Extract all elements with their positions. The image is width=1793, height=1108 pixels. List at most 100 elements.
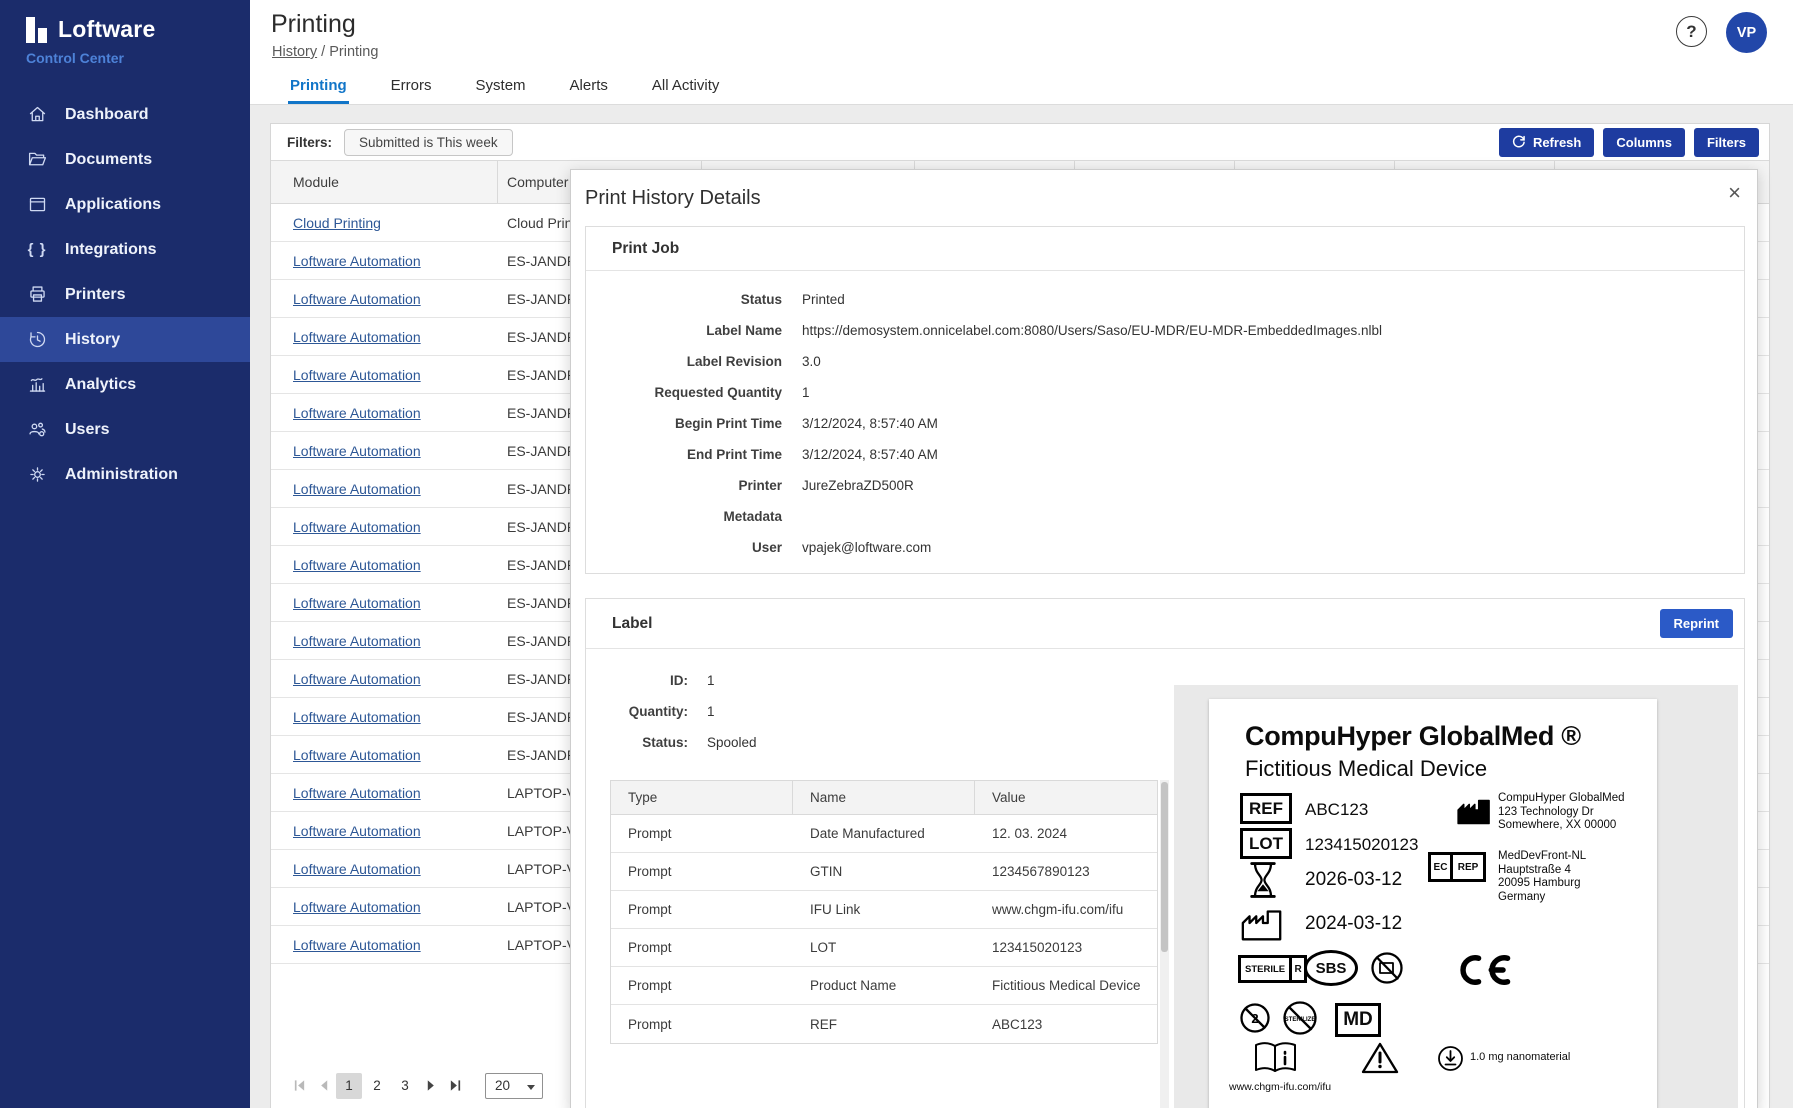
previous-page-button[interactable] [311,1073,335,1099]
module-link[interactable]: Loftware Automation [293,633,421,649]
column-header-computer[interactable]: Computer [507,161,568,203]
field-value: 1 [707,673,715,688]
first-page-button[interactable] [287,1073,311,1099]
filters-label: Filters: [287,135,332,150]
scrollbar-thumb[interactable] [1161,782,1168,952]
print-job-card: Print Job StatusPrinted Label Namehttps:… [585,226,1745,574]
field-label: Quantity: [586,704,688,719]
field-value: 3/12/2024, 8:57:40 AM [802,416,938,431]
refresh-button[interactable]: Refresh [1499,128,1594,157]
column-header-module[interactable]: Module [293,161,339,203]
sidebar-item-label: Documents [65,151,152,169]
sidebar-item-documents[interactable]: Documents [0,137,250,182]
module-link[interactable]: Loftware Automation [293,595,421,611]
ec-rep-line: MedDevFront-NL [1498,850,1586,864]
module-link[interactable]: Loftware Automation [293,443,421,459]
filters-button[interactable]: Filters [1694,128,1759,157]
page-size-select[interactable]: 20 [485,1073,543,1099]
next-page-button[interactable] [419,1073,443,1099]
gear-icon [26,464,48,486]
sidebar-item-label: Printers [65,286,125,304]
sidebar-item-analytics[interactable]: Analytics [0,362,250,407]
tab-all-activity[interactable]: All Activity [650,68,722,104]
filters-bar: Filters: Submitted is This week Refresh … [271,124,1769,161]
variable-row: PromptDate Manufactured12. 03. 2024 [611,815,1157,853]
field-value: 1 [707,704,715,719]
module-link[interactable]: Cloud Printing [293,215,381,231]
nanomaterial-text: 1.0 mg nanomaterial [1470,1051,1570,1063]
field-label: Requested Quantity [586,385,782,400]
field-value: 3.0 [802,354,821,369]
module-link[interactable]: Loftware Automation [293,899,421,915]
brand-name: Loftware [58,16,155,43]
module-link[interactable]: Loftware Automation [293,823,421,839]
help-icon[interactable]: ? [1676,16,1707,47]
filter-chip-submitted[interactable]: Submitted is This week [344,129,513,156]
module-link[interactable]: Loftware Automation [293,367,421,383]
module-link[interactable]: Loftware Automation [293,519,421,535]
reprint-button[interactable]: Reprint [1660,609,1734,638]
module-link[interactable]: Loftware Automation [293,405,421,421]
module-link[interactable]: Loftware Automation [293,253,421,269]
print-job-title: Print Job [586,227,1744,271]
tab-printing[interactable]: Printing [288,68,349,104]
breadcrumb-history-link[interactable]: History [272,44,317,60]
page-number-1[interactable]: 1 [336,1073,362,1099]
sterile-method-cell: R [1289,958,1304,980]
column-header-type: Type [611,781,793,814]
module-link[interactable]: Loftware Automation [293,329,421,345]
sidebar-item-label: History [65,331,120,349]
sidebar-item-applications[interactable]: Applications [0,182,250,227]
variable-value: www.chgm-ifu.com/ifu [975,902,1157,917]
columns-button[interactable]: Columns [1603,128,1685,157]
screen: Loftware Control Center Dashboard Docume… [0,0,1793,1108]
module-link[interactable]: Loftware Automation [293,671,421,687]
tab-system[interactable]: System [474,68,528,104]
sidebar-item-label: Integrations [65,241,157,259]
module-link[interactable]: Loftware Automation [293,937,421,953]
page-number-2[interactable]: 2 [364,1073,390,1099]
module-link[interactable]: Loftware Automation [293,557,421,573]
tab-alerts[interactable]: Alerts [568,68,610,104]
variable-type: Prompt [611,902,793,917]
analytics-icon [26,374,48,396]
variable-value: 1234567890123 [975,864,1157,879]
app-window-icon [26,194,48,216]
field-value: 3/12/2024, 8:57:40 AM [802,447,938,462]
label-card: Label Reprint ID:1 Quantity:1 Status:Spo… [585,598,1745,1108]
variable-type: Prompt [611,1017,793,1032]
pagination: 1 2 3 20 [287,1072,543,1099]
sidebar-item-history[interactable]: History [0,317,250,362]
module-link[interactable]: Loftware Automation [293,291,421,307]
last-page-button[interactable] [443,1073,467,1099]
sidebar-item-dashboard[interactable]: Dashboard [0,92,250,137]
md-symbol: MD [1335,1003,1381,1037]
module-link[interactable]: Loftware Automation [293,861,421,877]
use-by-date: 2026-03-12 [1305,869,1402,891]
close-icon[interactable]: × [1728,182,1741,204]
sidebar-item-administration[interactable]: Administration [0,452,250,497]
manufacture-date: 2024-03-12 [1305,913,1402,935]
column-divider [497,161,498,203]
variable-value: 123415020123 [975,940,1157,955]
sidebar-item-printers[interactable]: Printers [0,272,250,317]
variable-row: PromptLOT123415020123 [611,929,1157,967]
column-header-name: Name [793,781,975,814]
top-bar: Printing History / Printing ? VP [250,0,1793,68]
module-link[interactable]: Loftware Automation [293,709,421,725]
sidebar-item-integrations[interactable]: { } Integrations [0,227,250,272]
field-label: End Print Time [586,447,782,462]
field-value: https://demosystem.onnicelabel.com:8080/… [802,323,1382,338]
page-number-3[interactable]: 3 [392,1073,418,1099]
sidebar-item-users[interactable]: Users [0,407,250,452]
module-link[interactable]: Loftware Automation [293,481,421,497]
brand: Loftware Control Center [0,0,250,66]
manufacturer-line: 123 Technology Dr [1498,806,1594,820]
page-size-value: 20 [495,1078,510,1093]
variable-type: Prompt [611,940,793,955]
module-link[interactable]: Loftware Automation [293,785,421,801]
avatar[interactable]: VP [1726,12,1767,53]
module-link[interactable]: Loftware Automation [293,747,421,763]
tab-errors[interactable]: Errors [389,68,434,104]
label-preview-image: CompuHyper GlobalMed ® Fictitious Medica… [1209,699,1657,1108]
